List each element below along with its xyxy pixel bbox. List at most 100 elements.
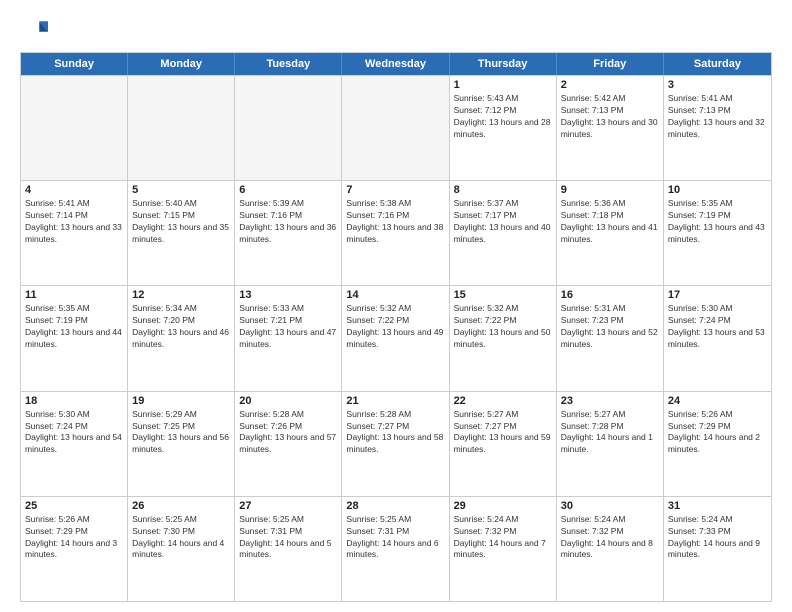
calendar-cell-17: 17 Sunrise: 5:30 AMSunset: 7:24 PMDayligh… <box>664 286 771 390</box>
day-number: 24 <box>668 395 767 407</box>
day-number: 8 <box>454 184 552 196</box>
cell-detail: Sunrise: 5:31 AMSunset: 7:23 PMDaylight:… <box>561 303 659 351</box>
day-number: 16 <box>561 289 659 301</box>
cell-detail: Sunrise: 5:37 AMSunset: 7:17 PMDaylight:… <box>454 198 552 246</box>
calendar-cell-22: 22 Sunrise: 5:27 AMSunset: 7:27 PMDayligh… <box>450 392 557 496</box>
header-day-thursday: Thursday <box>450 53 557 75</box>
calendar-cell-31: 31 Sunrise: 5:24 AMSunset: 7:33 PMDayligh… <box>664 497 771 601</box>
calendar-cell-3: 3 Sunrise: 5:41 AMSunset: 7:13 PMDaylight… <box>664 76 771 180</box>
day-number: 21 <box>346 395 444 407</box>
cell-detail: Sunrise: 5:25 AMSunset: 7:31 PMDaylight:… <box>239 514 337 562</box>
calendar-cell-12: 12 Sunrise: 5:34 AMSunset: 7:20 PMDayligh… <box>128 286 235 390</box>
calendar-cell-30: 30 Sunrise: 5:24 AMSunset: 7:32 PMDayligh… <box>557 497 664 601</box>
cell-detail: Sunrise: 5:43 AMSunset: 7:12 PMDaylight:… <box>454 93 552 141</box>
calendar-body: 1 Sunrise: 5:43 AMSunset: 7:12 PMDaylight… <box>21 75 771 601</box>
calendar-week-0: 1 Sunrise: 5:43 AMSunset: 7:12 PMDaylight… <box>21 75 771 180</box>
calendar-cell-4: 4 Sunrise: 5:41 AMSunset: 7:14 PMDaylight… <box>21 181 128 285</box>
calendar-cell-8: 8 Sunrise: 5:37 AMSunset: 7:17 PMDaylight… <box>450 181 557 285</box>
cell-detail: Sunrise: 5:36 AMSunset: 7:18 PMDaylight:… <box>561 198 659 246</box>
cell-detail: Sunrise: 5:28 AMSunset: 7:26 PMDaylight:… <box>239 409 337 457</box>
calendar-cell-14: 14 Sunrise: 5:32 AMSunset: 7:22 PMDayligh… <box>342 286 449 390</box>
day-number: 15 <box>454 289 552 301</box>
calendar-cell-2: 2 Sunrise: 5:42 AMSunset: 7:13 PMDaylight… <box>557 76 664 180</box>
cell-detail: Sunrise: 5:26 AMSunset: 7:29 PMDaylight:… <box>25 514 123 562</box>
day-number: 20 <box>239 395 337 407</box>
calendar-week-3: 18Sunrise: 5:30 AMSunset: 7:24 PMDayligh… <box>21 391 771 496</box>
day-number: 11 <box>25 289 123 301</box>
calendar-cell-5: 5Sunrise: 5:40 AMSunset: 7:15 PMDaylight… <box>128 181 235 285</box>
cell-detail: Sunrise: 5:24 AMSunset: 7:32 PMDaylight:… <box>454 514 552 562</box>
day-number: 22 <box>454 395 552 407</box>
cell-detail: Sunrise: 5:41 AMSunset: 7:13 PMDaylight:… <box>668 93 767 141</box>
calendar-cell-9: 9Sunrise: 5:36 AMSunset: 7:18 PMDaylight… <box>557 181 664 285</box>
day-number: 31 <box>668 500 767 512</box>
calendar-cell-16: 16 Sunrise: 5:31 AMSunset: 7:23 PMDayligh… <box>557 286 664 390</box>
cell-detail: Sunrise: 5:26 AMSunset: 7:29 PMDaylight:… <box>668 409 767 457</box>
day-number: 3 <box>668 79 767 91</box>
day-number: 27 <box>239 500 337 512</box>
cell-detail: Sunrise: 5:41 AMSunset: 7:14 PMDaylight:… <box>25 198 123 246</box>
day-number: 14 <box>346 289 444 301</box>
day-number: 19 <box>132 395 230 407</box>
day-number: 13 <box>239 289 337 301</box>
calendar-cell-1: 1 Sunrise: 5:43 AMSunset: 7:12 PMDaylight… <box>450 76 557 180</box>
cell-detail: Sunrise: 5:35 AMSunset: 7:19 PMDaylight:… <box>668 198 767 246</box>
cell-detail: Sunrise: 5:24 AMSunset: 7:32 PMDaylight:… <box>561 514 659 562</box>
day-number: 28 <box>346 500 444 512</box>
calendar-cell-13: 13 Sunrise: 5:33 AMSunset: 7:21 PMDayligh… <box>235 286 342 390</box>
cell-detail: Sunrise: 5:34 AMSunset: 7:20 PMDaylight:… <box>132 303 230 351</box>
calendar-cell-11: 11 Sunrise: 5:35 AMSunset: 7:19 PMDayligh… <box>21 286 128 390</box>
day-number: 2 <box>561 79 659 91</box>
cell-detail: Sunrise: 5:33 AMSunset: 7:21 PMDaylight:… <box>239 303 337 351</box>
calendar-cell-23: 23 Sunrise: 5:27 AMSunset: 7:28 PMDayligh… <box>557 392 664 496</box>
calendar-cell-25: 25Sunrise: 5:26 AMSunset: 7:29 PMDayligh… <box>21 497 128 601</box>
calendar-cell-19: 19Sunrise: 5:29 AMSunset: 7:25 PMDayligh… <box>128 392 235 496</box>
cell-detail: Sunrise: 5:30 AMSunset: 7:24 PMDaylight:… <box>668 303 767 351</box>
cell-detail: Sunrise: 5:32 AMSunset: 7:22 PMDaylight:… <box>454 303 552 351</box>
cell-detail: Sunrise: 5:27 AMSunset: 7:27 PMDaylight:… <box>454 409 552 457</box>
header-day-sunday: Sunday <box>21 53 128 75</box>
calendar-cell-15: 15 Sunrise: 5:32 AMSunset: 7:22 PMDayligh… <box>450 286 557 390</box>
header-day-tuesday: Tuesday <box>235 53 342 75</box>
cell-detail: Sunrise: 5:42 AMSunset: 7:13 PMDaylight:… <box>561 93 659 141</box>
cell-detail: Sunrise: 5:28 AMSunset: 7:27 PMDaylight:… <box>346 409 444 457</box>
calendar-cell-7: 7 Sunrise: 5:38 AMSunset: 7:16 PMDaylight… <box>342 181 449 285</box>
calendar-cell-empty <box>21 76 128 180</box>
calendar-cell-18: 18Sunrise: 5:30 AMSunset: 7:24 PMDayligh… <box>21 392 128 496</box>
cell-detail: Sunrise: 5:27 AMSunset: 7:28 PMDaylight:… <box>561 409 659 457</box>
calendar-week-1: 4 Sunrise: 5:41 AMSunset: 7:14 PMDaylight… <box>21 180 771 285</box>
calendar-cell-29: 29 Sunrise: 5:24 AMSunset: 7:32 PMDayligh… <box>450 497 557 601</box>
day-number: 30 <box>561 500 659 512</box>
calendar-week-4: 25Sunrise: 5:26 AMSunset: 7:29 PMDayligh… <box>21 496 771 601</box>
calendar-cell-20: 20 Sunrise: 5:28 AMSunset: 7:26 PMDayligh… <box>235 392 342 496</box>
calendar-week-2: 11 Sunrise: 5:35 AMSunset: 7:19 PMDayligh… <box>21 285 771 390</box>
day-number: 10 <box>668 184 767 196</box>
cell-detail: Sunrise: 5:38 AMSunset: 7:16 PMDaylight:… <box>346 198 444 246</box>
calendar-cell-28: 28Sunrise: 5:25 AMSunset: 7:31 PMDayligh… <box>342 497 449 601</box>
day-number: 17 <box>668 289 767 301</box>
logo <box>20 16 52 44</box>
cell-detail: Sunrise: 5:35 AMSunset: 7:19 PMDaylight:… <box>25 303 123 351</box>
header-day-friday: Friday <box>557 53 664 75</box>
cell-detail: Sunrise: 5:32 AMSunset: 7:22 PMDaylight:… <box>346 303 444 351</box>
day-number: 7 <box>346 184 444 196</box>
day-number: 1 <box>454 79 552 91</box>
cell-detail: Sunrise: 5:39 AMSunset: 7:16 PMDaylight:… <box>239 198 337 246</box>
calendar-cell-27: 27 Sunrise: 5:25 AMSunset: 7:31 PMDayligh… <box>235 497 342 601</box>
header-day-saturday: Saturday <box>664 53 771 75</box>
day-number: 29 <box>454 500 552 512</box>
header <box>20 16 772 44</box>
calendar-cell-21: 21 Sunrise: 5:28 AMSunset: 7:27 PMDayligh… <box>342 392 449 496</box>
cell-detail: Sunrise: 5:24 AMSunset: 7:33 PMDaylight:… <box>668 514 767 562</box>
day-number: 12 <box>132 289 230 301</box>
day-number: 6 <box>239 184 337 196</box>
calendar: SundayMondayTuesdayWednesdayThursdayFrid… <box>20 52 772 602</box>
day-number: 18 <box>25 395 123 407</box>
day-number: 26 <box>132 500 230 512</box>
page: SundayMondayTuesdayWednesdayThursdayFrid… <box>0 0 792 612</box>
day-number: 23 <box>561 395 659 407</box>
calendar-cell-26: 26Sunrise: 5:25 AMSunset: 7:30 PMDayligh… <box>128 497 235 601</box>
day-number: 4 <box>25 184 123 196</box>
header-day-monday: Monday <box>128 53 235 75</box>
calendar-cell-6: 6 Sunrise: 5:39 AMSunset: 7:16 PMDaylight… <box>235 181 342 285</box>
